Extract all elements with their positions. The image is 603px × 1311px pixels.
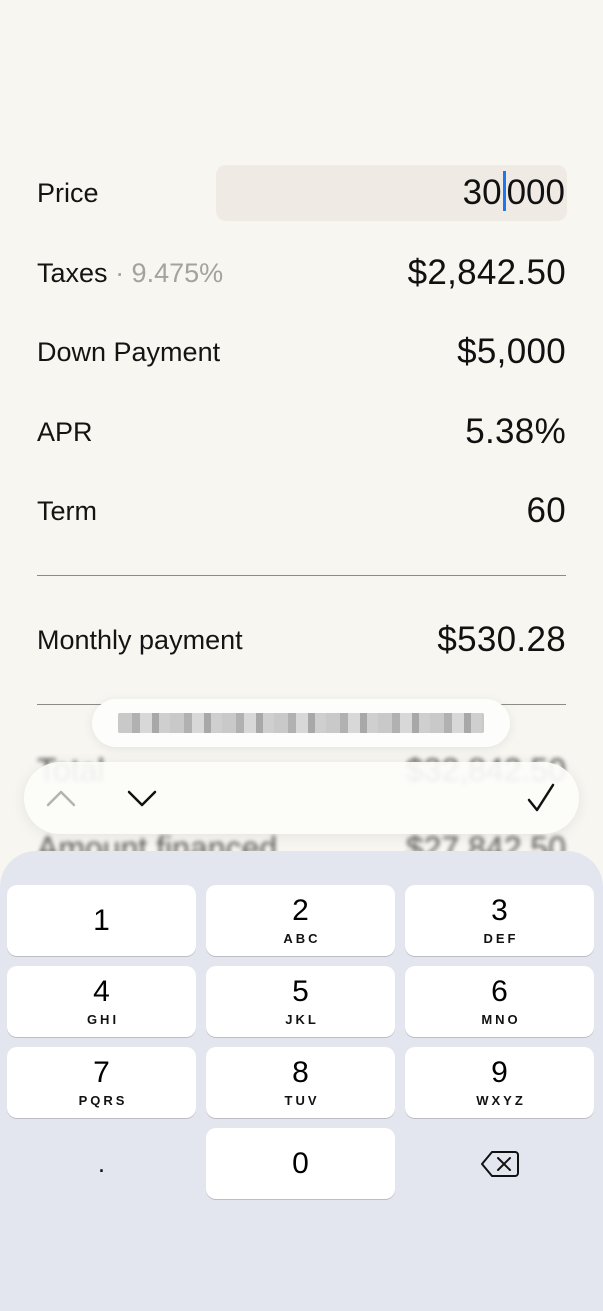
delete-key[interactable] [405,1128,594,1199]
apr-label: APR [37,416,93,447]
autofill-suggestion[interactable] [92,699,510,747]
taxes-value: $2,842.50 [407,253,566,292]
key-digit: 0 [292,1146,309,1180]
key-letters: DEF [483,931,519,946]
text-caret [502,171,506,211]
taxes-row[interactable]: Taxes · 9.475% $2,842.50 [37,245,566,301]
key-9[interactable]: 9 WXYZ [405,1047,594,1118]
term-label: Term [37,495,97,526]
key-digit: 6 [491,975,508,1008]
price-input[interactable]: 30 000 [216,165,567,221]
monthly-payment-value: $530.28 [437,620,566,659]
done-button[interactable] [511,762,571,834]
key-letters: JKL [285,1012,319,1027]
divider-top [37,575,566,576]
key-5[interactable]: 5 JKL [206,966,395,1037]
term-row[interactable]: Term 60 [37,483,566,539]
key-digit: 1 [93,903,110,937]
key-letters: WXYZ [476,1093,526,1108]
key-digit: 7 [93,1056,110,1089]
monthly-payment-row: Monthly payment $530.28 [37,612,566,668]
numeric-keypad: 1 2 ABC 3 DEF 4 GHI 5 JKL 6 MNO 7 PQRS 8… [0,851,603,1311]
down-payment-label: Down Payment [37,336,221,367]
key-digit: 2 [292,894,309,927]
key-decimal[interactable]: . [7,1128,196,1199]
key-6[interactable]: 6 MNO [405,966,594,1037]
price-label: Price [37,177,99,208]
key-letters: TUV [284,1093,320,1108]
key-digit: 4 [93,975,110,1008]
key-digit: 9 [491,1056,508,1089]
term-value: 60 [526,491,566,530]
previous-field-button[interactable] [31,762,91,834]
key-letters: ABC [283,931,321,946]
key-letters: MNO [481,1012,521,1027]
price-value-end: 000 [506,173,565,212]
decimal-point: . [97,1148,106,1178]
down-payment-row[interactable]: Down Payment $5,000 [37,324,566,380]
loan-calculator-screen: Price 30 000 Taxes · 9.475% $2,842.50 Dow… [0,0,603,1311]
key-letters: PQRS [78,1093,128,1108]
key-letters: GHI [86,1012,120,1027]
chevron-up-icon [46,790,76,807]
key-digit: 8 [292,1056,309,1089]
backspace-icon [480,1150,519,1177]
taxes-label: Taxes [37,257,108,288]
down-payment-value: $5,000 [457,332,566,371]
apr-value: 5.38% [465,412,566,451]
apr-row[interactable]: APR 5.38% [37,404,566,460]
checkmark-icon [527,783,555,812]
key-digit: 3 [491,894,508,927]
monthly-payment-label: Monthly payment [37,624,243,655]
key-digit: 5 [292,975,309,1008]
next-field-button[interactable] [112,762,172,834]
key-1[interactable]: 1 [7,885,196,956]
key-3[interactable]: 3 DEF [405,885,594,956]
taxes-label-group: Taxes · 9.475% [37,258,223,289]
taxes-rate: · 9.475% [115,257,224,288]
input-accessory-toolbar [24,762,579,834]
chevron-down-icon [127,790,157,807]
key-0[interactable]: 0 [206,1128,395,1199]
key-7[interactable]: 7 PQRS [7,1047,196,1118]
key-4[interactable]: 4 GHI [7,966,196,1037]
key-2[interactable]: 2 ABC [206,885,395,956]
redacted-suggestion [118,713,484,733]
price-value-start: 30 [462,173,502,212]
key-8[interactable]: 8 TUV [206,1047,395,1118]
